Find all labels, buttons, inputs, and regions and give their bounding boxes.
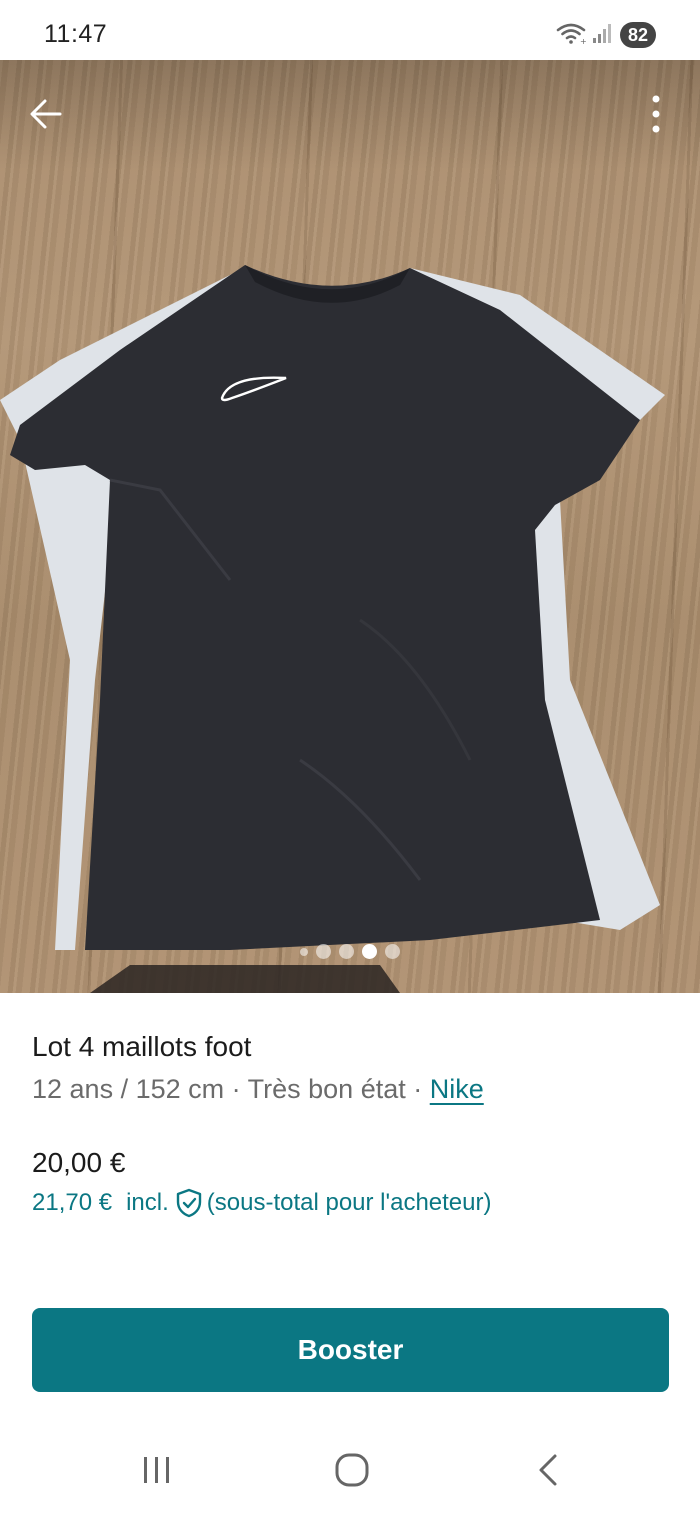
meta-separator: · (405, 1074, 430, 1104)
battery-icon: 82 (619, 22, 656, 48)
meta-separator: · (224, 1074, 248, 1104)
carousel-dot[interactable] (300, 947, 308, 956)
carousel-dot[interactable] (385, 944, 400, 959)
product-photo[interactable] (0, 60, 700, 993)
signal-icon (592, 22, 614, 49)
carousel-indicator[interactable] (0, 944, 700, 959)
carousel-dot-active[interactable] (362, 944, 377, 959)
recents-button[interactable] (127, 1450, 187, 1494)
wifi-icon: + (556, 21, 587, 50)
carousel-dot[interactable] (339, 944, 354, 959)
arrow-left-icon (28, 96, 64, 137)
item-condition: Très bon état (247, 1074, 406, 1104)
incl-label: incl. (126, 1189, 169, 1216)
home-icon (335, 1453, 369, 1492)
recents-icon (141, 1455, 173, 1490)
back-button[interactable] (22, 92, 70, 140)
more-options-button[interactable] (636, 92, 676, 140)
brand-link[interactable]: Nike (430, 1074, 484, 1104)
shirt-image (0, 265, 665, 993)
svg-text:+: + (580, 37, 586, 45)
more-vertical-icon (651, 94, 661, 139)
item-price: 20,00 € (32, 1147, 126, 1178)
buyer-price-info[interactable]: 21,70 € incl. (sous-total pour l'acheteu… (32, 1186, 491, 1220)
status-time: 11:47 (44, 20, 108, 48)
item-details: Lot 4 maillots foot 12 ans / 152 cm · Tr… (32, 1030, 672, 1106)
shield-check-icon (175, 1188, 203, 1218)
navigation-bar (0, 1428, 700, 1517)
item-title: Lot 4 maillots foot (32, 1031, 252, 1062)
item-size: 12 ans / 152 cm (32, 1074, 225, 1104)
status-bar: 11:47 + 82 (0, 0, 700, 60)
buyer-subtotal-label: (sous-total pour l'acheteur) (206, 1189, 492, 1216)
nav-back-button[interactable] (518, 1450, 578, 1494)
home-button[interactable] (322, 1450, 382, 1494)
price-incl-value: 21,70 € (32, 1189, 113, 1216)
booster-button[interactable]: Booster (32, 1308, 669, 1392)
back-icon (536, 1453, 560, 1492)
status-icons: + 82 (556, 20, 656, 50)
item-meta: 12 ans / 152 cm · Très bon état · Nike (32, 1072, 672, 1106)
carousel-dot[interactable] (316, 944, 331, 959)
